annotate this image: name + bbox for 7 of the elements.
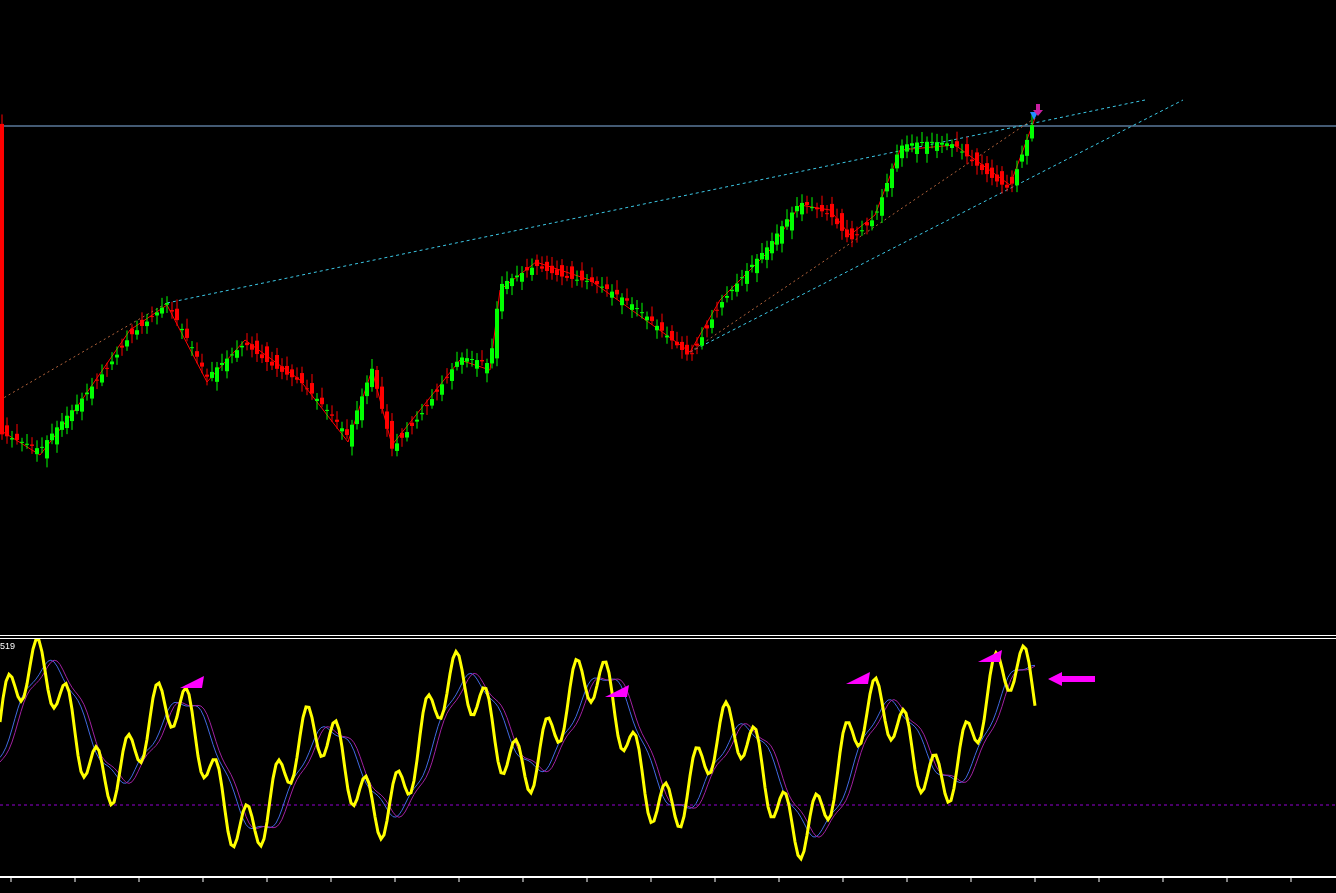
pointer-icon	[846, 672, 870, 684]
indicator-value: 519	[0, 642, 16, 651]
pointer-icon	[978, 650, 1002, 662]
down-arrow-icon	[1033, 104, 1043, 116]
pointer-icon	[605, 685, 629, 697]
pointer-icon	[180, 676, 204, 688]
left-arrow-icon	[1048, 672, 1095, 686]
